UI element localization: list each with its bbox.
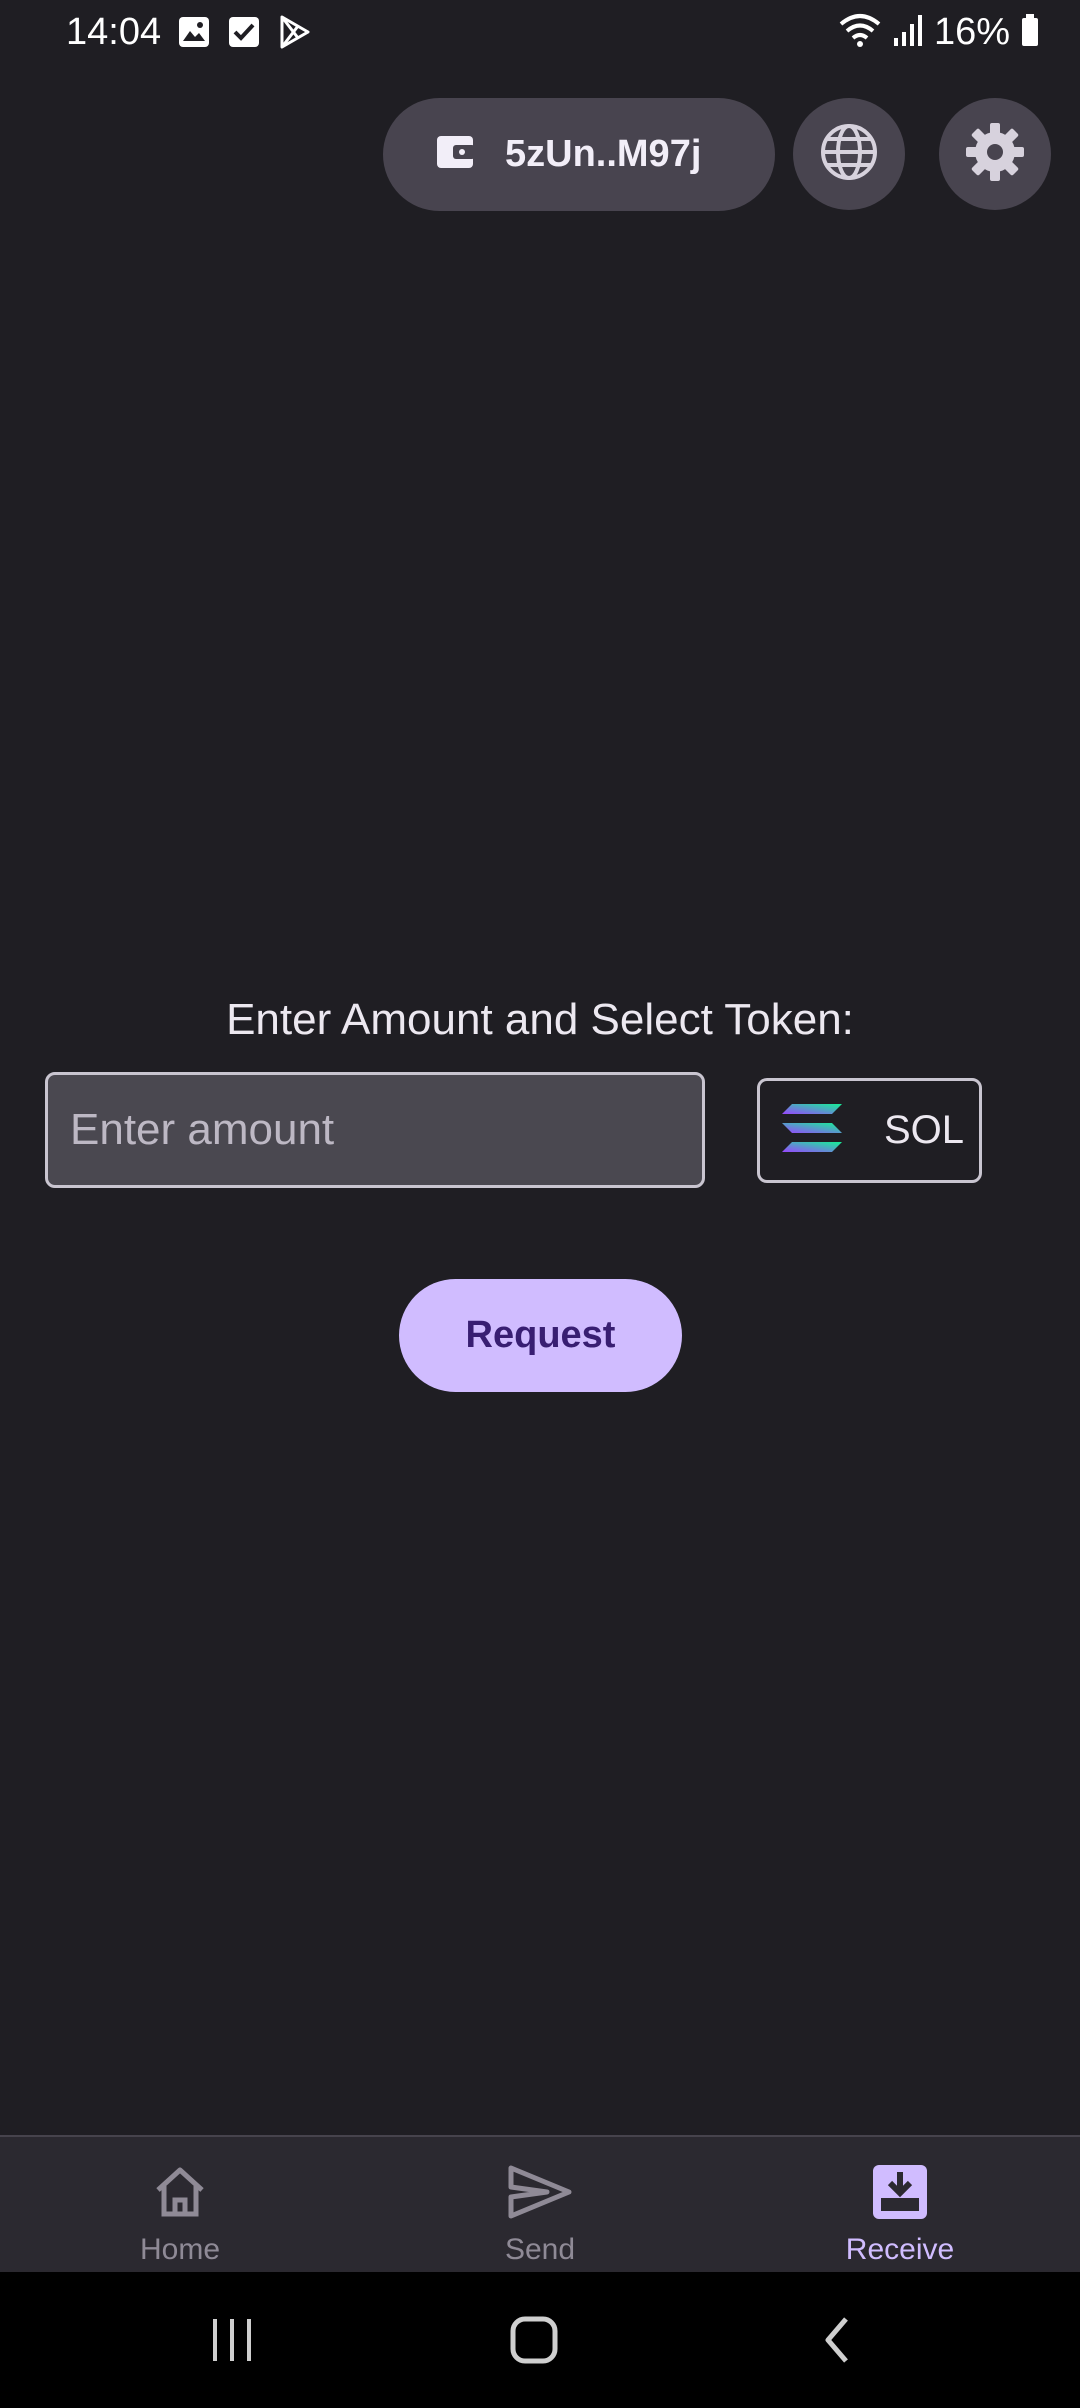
- settings-button[interactable]: [939, 98, 1051, 210]
- nav-label-receive: Receive: [845, 2233, 955, 2266]
- status-time: 14:04: [66, 11, 162, 53]
- wifi-icon: [838, 12, 882, 53]
- back-button[interactable]: [798, 2302, 878, 2382]
- recent-apps-button[interactable]: [192, 2302, 272, 2382]
- wallet-address-button[interactable]: 5zUn..M97j: [383, 98, 775, 211]
- recent-apps-icon: [207, 2317, 257, 2368]
- nav-label-send: Send: [504, 2233, 576, 2266]
- back-icon: [818, 2315, 858, 2370]
- send-icon: [505, 2157, 575, 2227]
- bottom-nav: Home Send Receive: [0, 2135, 1080, 2272]
- nav-label-home: Home: [139, 2233, 221, 2266]
- form-title: Enter Amount and Select Token:: [226, 995, 854, 1044]
- home-square-icon: [509, 2315, 559, 2370]
- signal-icon: [892, 12, 924, 53]
- gear-icon: [964, 121, 1026, 188]
- token-select[interactable]: SOL: [757, 1078, 982, 1183]
- receive-screen: 14:04 16% 5zUn..M97j Enter Amount and Se…: [0, 0, 1080, 2408]
- request-button[interactable]: Request: [399, 1279, 682, 1392]
- status-bar: 14:04 16%: [0, 0, 1080, 64]
- battery-icon: [1020, 12, 1040, 53]
- battery-percent: 16%: [933, 11, 1010, 53]
- amount-input[interactable]: [45, 1072, 705, 1188]
- image-icon: [176, 14, 212, 50]
- wallet-icon: [435, 132, 475, 177]
- play-store-icon: [276, 14, 312, 50]
- home-system-button[interactable]: [494, 2302, 574, 2382]
- home-icon: [145, 2157, 215, 2227]
- nav-item-receive[interactable]: Receive: [720, 2137, 1080, 2274]
- system-nav-bar: [0, 2272, 1080, 2408]
- globe-icon: [819, 122, 879, 187]
- nav-item-send[interactable]: Send: [360, 2137, 720, 2274]
- wallet-address-label: 5zUn..M97j: [505, 133, 702, 175]
- solana-icon: [780, 1102, 844, 1159]
- status-left-icons: [176, 14, 312, 50]
- nav-item-home[interactable]: Home: [0, 2137, 360, 2274]
- network-button[interactable]: [793, 98, 905, 210]
- token-label: SOL: [884, 1108, 965, 1152]
- receive-icon: [865, 2157, 935, 2227]
- status-right: 16%: [838, 8, 1040, 56]
- checkbox-icon: [226, 14, 262, 50]
